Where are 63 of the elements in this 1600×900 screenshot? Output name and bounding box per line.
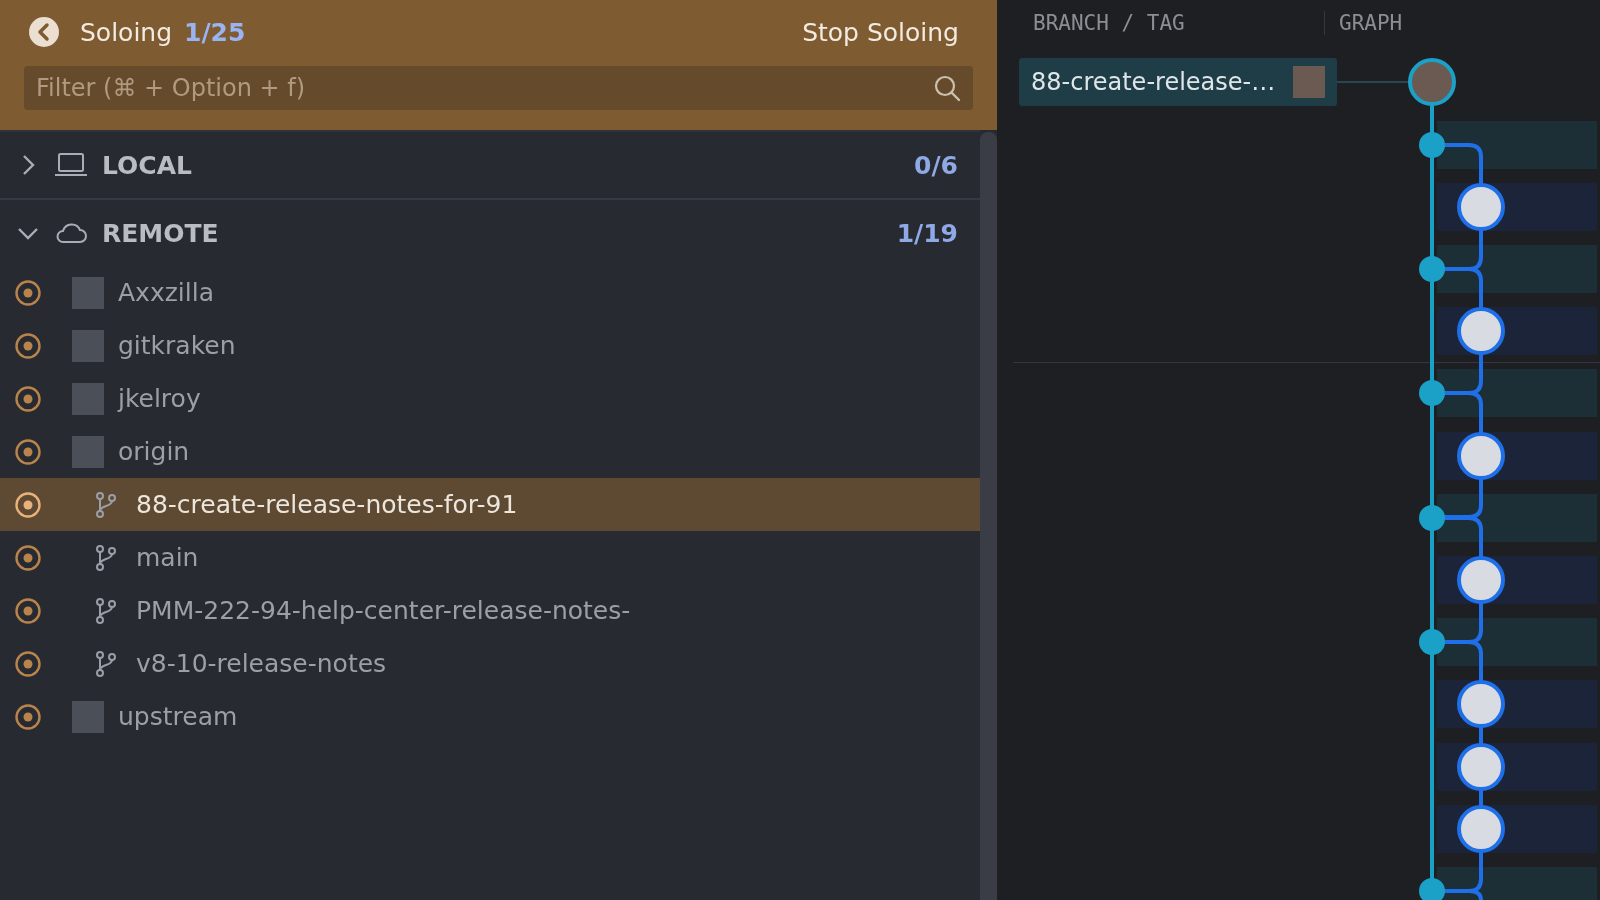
filter-field[interactable]: Filter (⌘ + Option + f): [24, 66, 973, 110]
branch-icon: [94, 596, 118, 625]
section-header[interactable]: LOCAL 0/6: [0, 130, 980, 198]
avatar-image: [72, 435, 104, 468]
remote-item[interactable]: upstream: [0, 690, 980, 743]
branch-item[interactable]: 88-create-release-notes-for-91: [0, 478, 980, 531]
branch-item[interactable]: v8-10-release-notes: [0, 637, 980, 690]
commit-dot[interactable]: [1419, 629, 1445, 655]
solo-target-icon[interactable]: [14, 278, 42, 307]
branch-name: v8-10-release-notes: [136, 649, 387, 678]
commit-dot[interactable]: [1419, 132, 1445, 158]
section-count: 0/6: [914, 150, 958, 180]
avatar-image: [1293, 66, 1325, 98]
column-header: BRANCH / TAG: [997, 11, 1325, 35]
branch-name: main: [136, 543, 199, 572]
stop-soloing-button[interactable]: Stop Soloing: [802, 17, 973, 47]
branch-icon: [94, 649, 118, 678]
back-icon[interactable]: [28, 16, 60, 48]
remote-name: origin: [118, 437, 190, 466]
branch-icon: [94, 490, 118, 519]
scrollbar[interactable]: [980, 132, 997, 900]
solo-target-icon[interactable]: [14, 437, 42, 466]
commit-avatar[interactable]: [1408, 58, 1456, 106]
avatar-image: [72, 700, 104, 733]
laptop-icon: [54, 151, 88, 179]
branch-name: PMM-222-94-help-center-release-notes-: [136, 596, 631, 625]
remote-name: upstream: [118, 702, 238, 731]
branch-icon: [94, 543, 118, 572]
search-icon[interactable]: [933, 74, 961, 102]
solo-target-icon[interactable]: [14, 702, 42, 731]
remote-item[interactable]: origin: [0, 425, 980, 478]
branch-tag-label: 88-create-release-…: [1031, 68, 1276, 96]
solo-target-icon[interactable]: [14, 331, 42, 360]
section-label: LOCAL: [102, 150, 192, 180]
section-label: REMOTE: [102, 218, 219, 248]
branch-item[interactable]: main: [0, 531, 980, 584]
avatar-image: [72, 382, 104, 415]
remote-item[interactable]: jkelroy: [0, 372, 980, 425]
solo-title: Soloing: [80, 17, 173, 47]
solo-count: 1/25: [184, 17, 246, 47]
remote-item[interactable]: gitkraken: [0, 319, 980, 372]
remote-name: Axxzilla: [118, 278, 214, 307]
solo-target-icon[interactable]: [14, 384, 42, 413]
remote-name: gitkraken: [118, 331, 236, 360]
section-count: 1/19: [896, 218, 958, 248]
solo-target-icon[interactable]: [14, 490, 42, 519]
remote-name: jkelroy: [118, 384, 201, 413]
cloud-icon: [54, 221, 88, 245]
solo-target-icon[interactable]: [14, 649, 42, 678]
commit-dot[interactable]: [1419, 505, 1445, 531]
column-header: GRAPH: [1339, 11, 1403, 35]
commit-row-highlight[interactable]: [1437, 867, 1597, 900]
branch-tag[interactable]: 88-create-release-…: [1019, 58, 1337, 106]
solo-target-icon[interactable]: [14, 543, 42, 572]
avatar-image: [72, 276, 104, 309]
branch-name: 88-create-release-notes-for-91: [136, 490, 518, 519]
branch-item[interactable]: PMM-222-94-help-center-release-notes-: [0, 584, 980, 637]
commit-dot[interactable]: [1419, 380, 1445, 406]
avatar-image: [72, 329, 104, 362]
solo-target-icon[interactable]: [14, 596, 42, 625]
remote-item[interactable]: Axxzilla: [0, 266, 980, 319]
commit-dot[interactable]: [1419, 256, 1445, 282]
section-header[interactable]: REMOTE 1/19: [0, 198, 980, 266]
